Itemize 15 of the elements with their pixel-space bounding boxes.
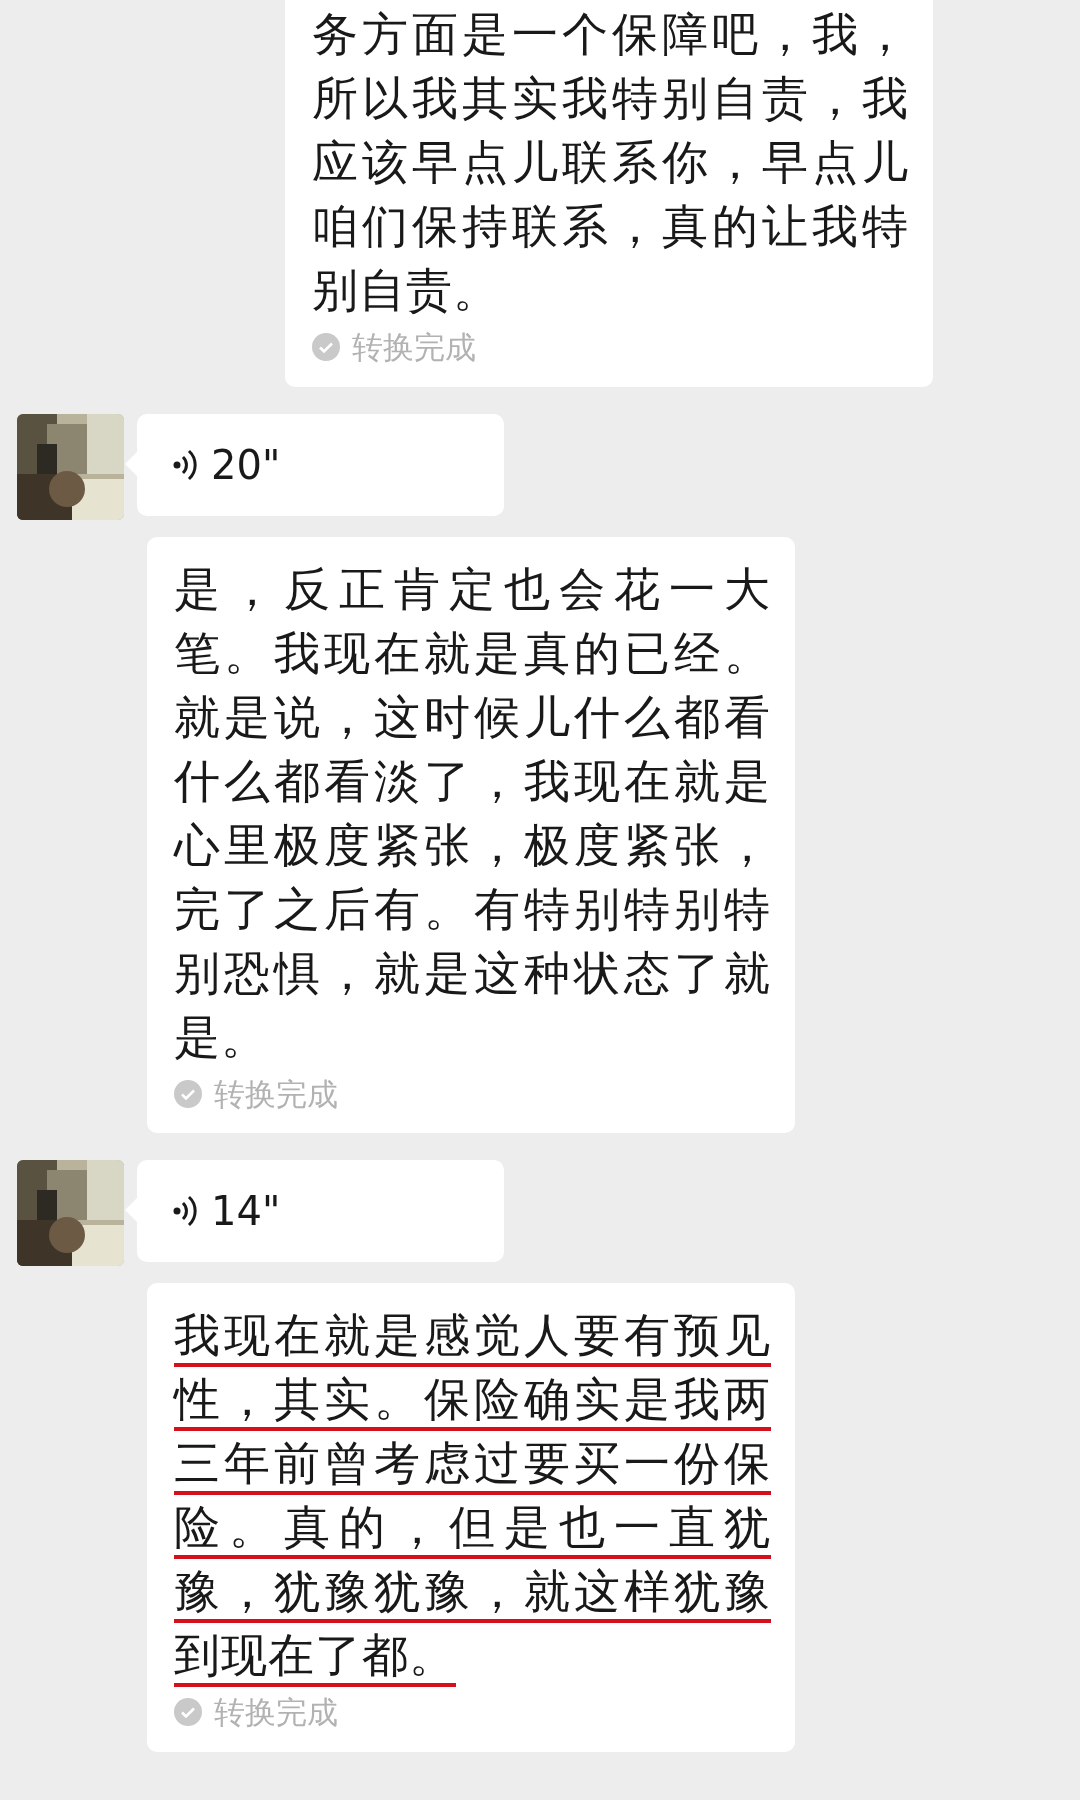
voice-message[interactable]: 14" <box>137 1160 504 1262</box>
check-icon <box>312 333 340 362</box>
transcript-status: 转换完成 <box>352 328 476 367</box>
voice-icon <box>173 447 199 482</box>
voice-icon <box>173 1194 199 1228</box>
transcript-status: 转换完成 <box>214 1693 338 1732</box>
voice-duration: 20" <box>211 440 281 490</box>
voice-message[interactable]: 20" <box>137 413 504 516</box>
check-icon <box>174 1079 202 1108</box>
transcript-text: 我现在就是感觉人要有预见性，其实。保险确实是我两三年前曾考虑过要买一份保险。真的，但是也一直犹豫，犹豫犹豫，就这样犹豫到现在了都。 <box>174 1307 771 1684</box>
check-icon <box>174 1698 202 1727</box>
voice-duration: 14" <box>211 1187 281 1236</box>
transcript-text: 务方面是一个保障吧，我，所以我其实我特别自责，我应该早点儿联系你，早点儿咱们保持联系，真的让我特别自责。 <box>312 6 909 319</box>
transcript-text: 是，反正肯定也会花一大笔。我现在就是真的已经。就是说，这时候儿什么都看什么都看淡了，我现在就是心里极度紧张，极度紧张，完了之后有。有特别特别特别恐惧，就是这种状态了就是。 <box>174 560 771 1066</box>
transcript-status: 转换完成 <box>214 1074 338 1114</box>
